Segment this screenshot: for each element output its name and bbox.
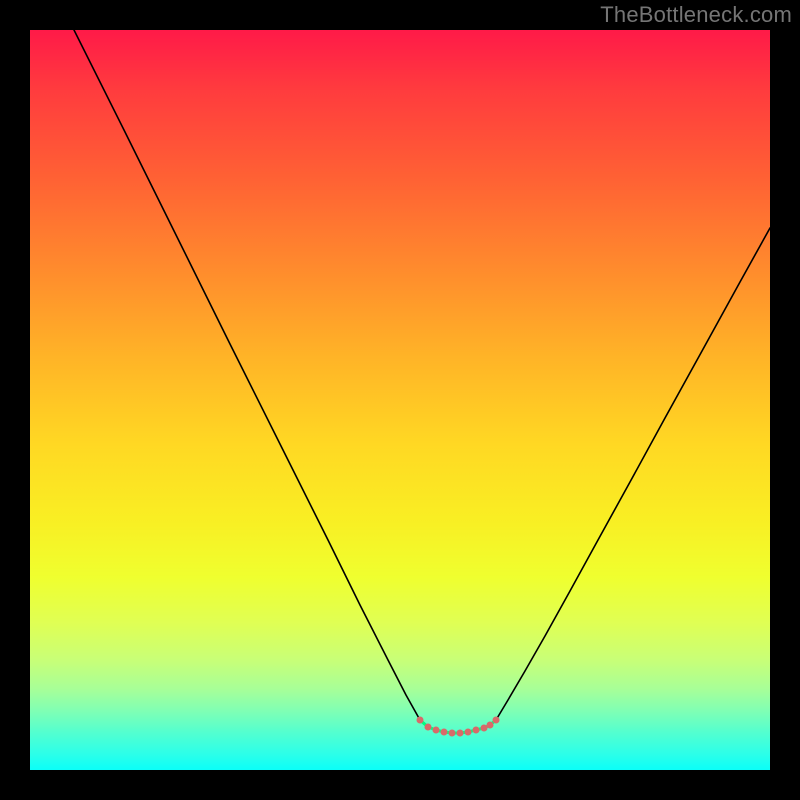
chart-frame: TheBottleneck.com (0, 0, 800, 800)
valley-marker (433, 727, 440, 734)
valley-marker (425, 724, 432, 731)
valley-marker (473, 727, 480, 734)
chart-gradient-area (30, 30, 770, 770)
valley-marker (417, 717, 424, 724)
valley-marker (493, 717, 500, 724)
valley-marker (449, 730, 456, 737)
valley-marker (481, 725, 488, 732)
valley-marker (487, 722, 494, 729)
watermark-text: TheBottleneck.com (600, 2, 792, 28)
left-curve (74, 30, 420, 720)
valley-marker (457, 730, 464, 737)
valley-marker (441, 729, 448, 736)
right-curve (496, 228, 770, 720)
valley-marker (465, 729, 472, 736)
chart-curves (30, 30, 770, 770)
